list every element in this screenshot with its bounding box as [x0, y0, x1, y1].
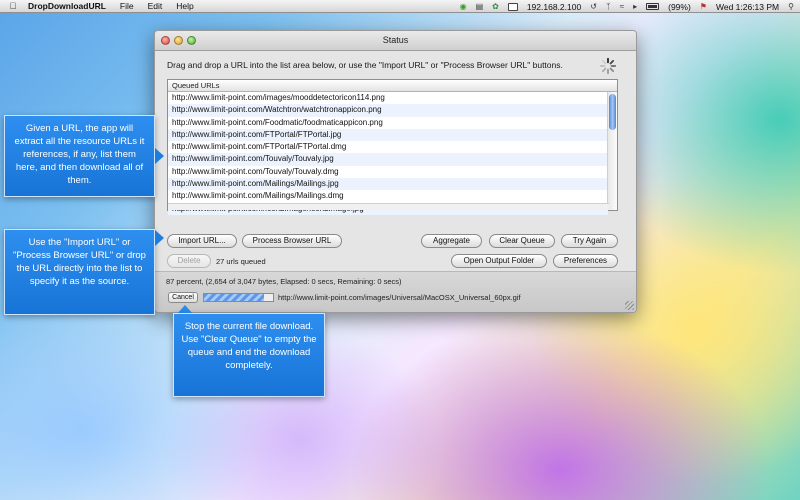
list-item[interactable]: http://www.limit-point.com/Touvaly/Touva…	[168, 166, 608, 178]
download-progress-fill	[204, 294, 265, 301]
vertical-scroll-thumb[interactable]	[609, 94, 616, 130]
list-item[interactable]: http://www.limit-point.com/Mailings/Mail…	[168, 190, 608, 202]
leaf-status-icon[interactable]: ✿	[492, 2, 499, 11]
activity-spinner-icon	[599, 57, 617, 75]
preferences-button[interactable]: Preferences	[553, 254, 618, 268]
progress-status-text: 87 percent, (2,654 of 3,047 bytes, Elaps…	[166, 277, 402, 286]
input-flag-icon[interactable]: ⚑	[700, 2, 707, 11]
callout-extract-urls: Given a URL, the app will extract all th…	[4, 115, 155, 197]
time-machine-icon[interactable]: ↺	[590, 2, 597, 11]
bluetooth-icon[interactable]: ᛉ	[606, 2, 611, 11]
current-download-url: http://www.limit-point.com/images/Univer…	[278, 293, 521, 302]
menu-extras: ◉ ▤ ✿ 192.168.2.100 ↺ ᛉ ≈ ▸ (99%) ⚑ Wed …	[460, 0, 794, 13]
battery-icon[interactable]	[646, 3, 660, 10]
queued-count-label: 27 urls queued	[216, 257, 266, 266]
window-title: Status	[382, 35, 409, 45]
open-output-folder-button[interactable]: Open Output Folder	[451, 254, 547, 268]
list-item[interactable]: http://www.limit-point.com/Mailings/Mail…	[168, 178, 608, 191]
delete-button[interactable]: Delete	[167, 254, 211, 268]
list-item[interactable]: http://www.limit-point.com/FTPortal/FTPo…	[168, 141, 608, 153]
callout-pointer-icon	[155, 148, 164, 164]
list-item[interactable]: http://www.limit-point.com/images/moodde…	[168, 92, 608, 104]
process-browser-url-button[interactable]: Process Browser URL	[242, 234, 342, 248]
vertical-scrollbar[interactable]	[607, 92, 617, 210]
horizontal-scrollbar[interactable]	[168, 203, 609, 210]
list-item[interactable]: http://www.limit-point.com/Foodmatic/foo…	[168, 117, 608, 129]
spotlight-search-icon[interactable]: ⚲	[788, 2, 794, 11]
wifi-icon[interactable]: ≈	[620, 2, 624, 11]
menu-bar:  DropDownloadURL File Edit Help ◉ ▤ ✿ 1…	[0, 0, 800, 13]
queue-rows: http://www.limit-point.com/images/moodde…	[168, 92, 608, 215]
resize-grip-icon[interactable]	[625, 301, 634, 310]
callout-cancel-text: Stop the current file download. Use "Cle…	[181, 321, 317, 371]
clear-queue-button[interactable]: Clear Queue	[489, 234, 555, 248]
aggregate-button[interactable]: Aggregate	[421, 234, 482, 248]
callout-import-url: Use the "Import URL" or "Process Browser…	[4, 229, 155, 315]
try-again-button[interactable]: Try Again	[561, 234, 618, 248]
callout-extract-urls-text: Given a URL, the app will extract all th…	[14, 123, 145, 186]
cancel-button[interactable]: Cancel	[168, 292, 198, 303]
list-item[interactable]: http://www.limit-point.com/Touvaly/Touva…	[168, 153, 608, 166]
app-menu[interactable]: DropDownloadURL	[28, 1, 106, 11]
dropdownload-status-icon[interactable]: ◉	[460, 2, 467, 11]
title-bar[interactable]: Status	[155, 31, 636, 51]
menu-clock[interactable]: Wed 1:26:13 PM	[716, 2, 779, 12]
callout-import-url-text: Use the "Import URL" or "Process Browser…	[13, 237, 146, 287]
list-item[interactable]: http://www.limit-point.com/Watchtron/wat…	[168, 104, 608, 117]
status-window: Status Drag and drop a URL into the list…	[154, 30, 637, 313]
queued-urls-column-header[interactable]: Queued URLs	[168, 80, 617, 92]
ip-address[interactable]: 192.168.2.100	[527, 2, 581, 12]
instructions-text: Drag and drop a URL into the list area b…	[167, 60, 563, 70]
menu-edit[interactable]: Edit	[148, 1, 163, 11]
calendar-status-icon[interactable]: ▤	[476, 2, 484, 11]
import-url-button[interactable]: Import URL...	[167, 234, 237, 248]
network-monitor-icon[interactable]	[507, 2, 518, 11]
download-progress-bar	[203, 293, 274, 302]
queued-urls-list[interactable]: Queued URLs http://www.limit-point.com/i…	[167, 79, 618, 215]
volume-icon[interactable]: ▸	[633, 2, 637, 11]
callout-pointer-icon	[155, 230, 164, 246]
list-item[interactable]: http://www.limit-point.com/FTPortal/FTPo…	[168, 128, 608, 142]
callout-cancel: Stop the current file download. Use "Cle…	[173, 313, 325, 397]
battery-percent[interactable]: (99%)	[668, 2, 691, 12]
menu-file[interactable]: File	[120, 1, 134, 11]
apple-menu-icon[interactable]: 	[0, 1, 26, 11]
menu-help[interactable]: Help	[176, 1, 193, 11]
